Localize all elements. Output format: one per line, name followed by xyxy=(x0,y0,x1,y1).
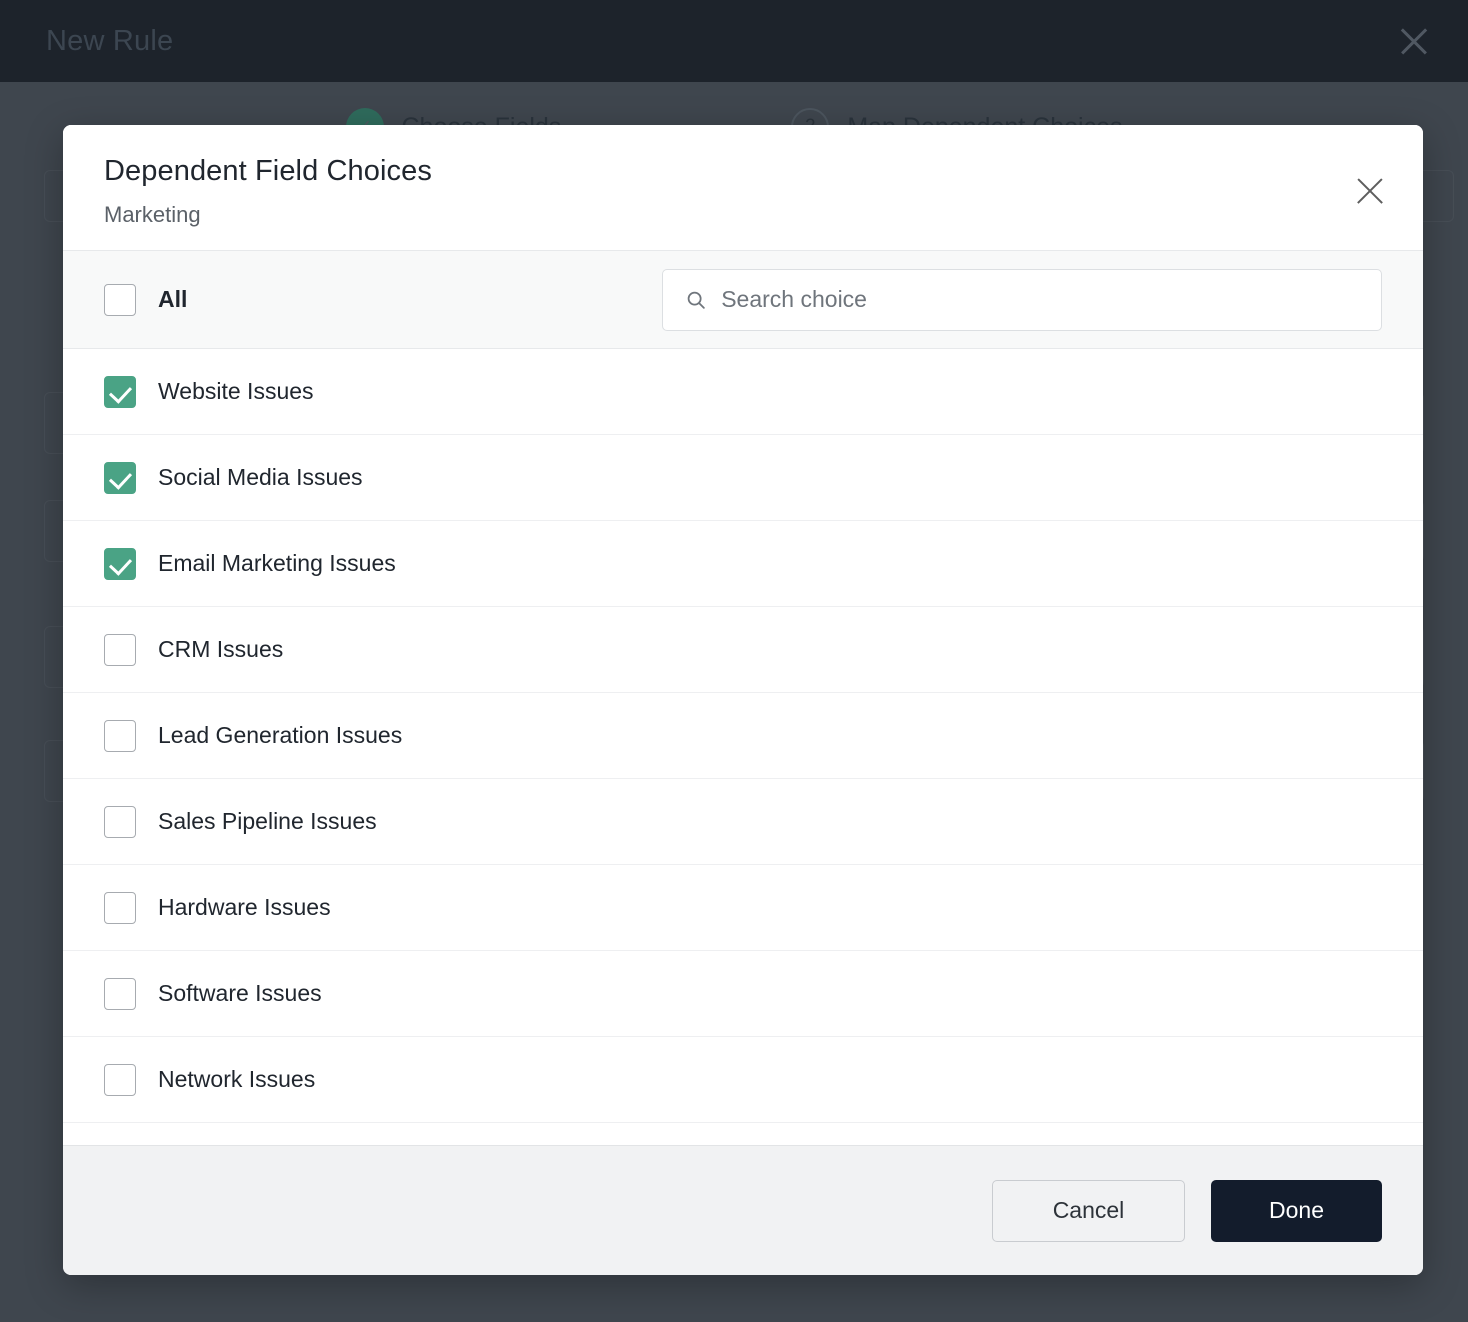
page-title: New Rule xyxy=(46,24,174,57)
choice-row[interactable]: Lead Generation Issues xyxy=(63,693,1423,779)
choice-label: Network Issues xyxy=(158,1066,316,1092)
choice-checkbox[interactable] xyxy=(104,805,136,838)
select-all-control[interactable]: All xyxy=(104,283,662,316)
choice-checkbox[interactable] xyxy=(104,977,136,1010)
choice-label: Lead Generation Issues xyxy=(158,722,403,748)
done-button[interactable]: Done xyxy=(1211,1179,1382,1242)
choice-checkbox[interactable] xyxy=(104,633,136,666)
choice-label: Hardware Issues xyxy=(158,894,331,920)
search-icon xyxy=(687,291,705,309)
choice-row[interactable] xyxy=(63,1123,1423,1145)
choice-row[interactable]: CRM Issues xyxy=(63,607,1423,693)
choice-label: CRM Issues xyxy=(158,636,284,662)
choice-row[interactable]: Network Issues xyxy=(63,1037,1423,1123)
close-icon[interactable] xyxy=(1394,21,1434,61)
dependent-field-choices-dialog: Dependent Field Choices Marketing All Se… xyxy=(63,125,1423,1275)
dialog-title: Dependent Field Choices xyxy=(104,155,432,187)
choice-checkbox[interactable] xyxy=(104,461,136,494)
choice-label: Email Marketing Issues xyxy=(158,550,396,576)
choice-checkbox[interactable] xyxy=(104,375,136,408)
dialog-subtitle: Marketing xyxy=(104,202,201,227)
select-all-checkbox[interactable] xyxy=(104,283,136,316)
choice-checkbox[interactable] xyxy=(104,547,136,580)
choice-row[interactable]: Software Issues xyxy=(63,951,1423,1037)
dialog-header: Dependent Field Choices Marketing xyxy=(63,125,1423,251)
select-all-label: All xyxy=(158,286,188,312)
cancel-button[interactable]: Cancel xyxy=(992,1179,1185,1242)
close-icon[interactable] xyxy=(1351,172,1389,210)
choice-checkbox[interactable] xyxy=(104,891,136,924)
choice-label: Social Media Issues xyxy=(158,464,363,490)
choice-checkbox[interactable] xyxy=(104,1063,136,1096)
search-placeholder: Search choice xyxy=(721,286,867,312)
choice-label: Website Issues xyxy=(158,378,314,404)
dialog-footer: Cancel Done xyxy=(63,1145,1423,1275)
choice-row[interactable]: Email Marketing Issues xyxy=(63,521,1423,607)
choice-label: Sales Pipeline Issues xyxy=(158,808,377,834)
choice-row[interactable]: Social Media Issues xyxy=(63,435,1423,521)
app-top-bar: New Rule xyxy=(0,0,1468,82)
choice-row[interactable]: Hardware Issues xyxy=(63,865,1423,951)
search-input[interactable]: Search choice xyxy=(662,268,1382,331)
choice-row[interactable]: Sales Pipeline Issues xyxy=(63,779,1423,865)
dialog-toolbar: All Search choice xyxy=(63,251,1423,349)
choice-list[interactable]: Website Issues Social Media Issues Email M… xyxy=(63,349,1423,1145)
choice-checkbox[interactable] xyxy=(104,719,136,752)
choice-label: Software Issues xyxy=(158,980,322,1006)
choice-row[interactable]: Website Issues xyxy=(63,349,1423,435)
